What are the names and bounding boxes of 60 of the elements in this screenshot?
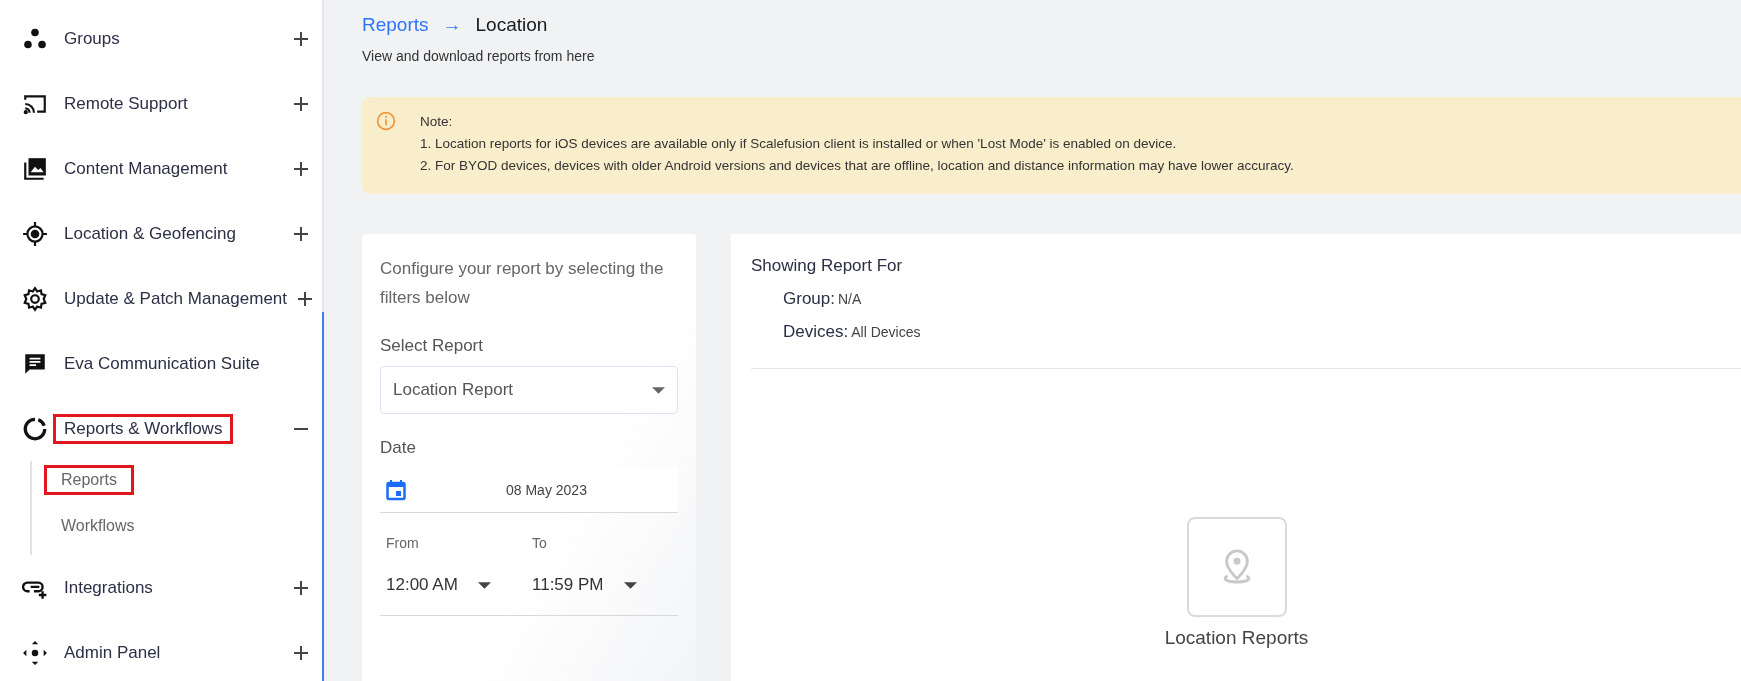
date-field[interactable]: 08 May 2023: [380, 468, 678, 513]
location-pin-icon: [1186, 517, 1287, 617]
expand-icon[interactable]: [294, 645, 308, 660]
calendar-icon: [386, 479, 406, 501]
from-time-dropdown[interactable]: 12:00 AM: [386, 575, 532, 595]
to-time-dropdown[interactable]: 11:59 PM: [532, 575, 678, 595]
sidebar-item-label: Location & Geofencing: [63, 222, 237, 245]
note-line: 1. Location reports for iOS devices are available only if Scalefusion client is installed or when 'Lost Mode' is enabled on device.: [420, 135, 1178, 153]
breadcrumb-link[interactable]: Reports: [362, 14, 429, 36]
info-icon: [376, 111, 396, 131]
gear-icon: [22, 285, 48, 312]
expand-icon[interactable]: [294, 31, 308, 46]
sidebar-item[interactable]: Groups: [0, 6, 322, 71]
sidebar-item[interactable]: Update & Patch Management: [0, 266, 322, 331]
sidebar-item-label: Remote Support: [63, 92, 189, 115]
note-title: Note:: [420, 113, 454, 131]
sidebar-item-label: Integrations: [63, 576, 154, 599]
sidebar-item-label: Groups: [63, 27, 121, 50]
sidebar-item-label: Admin Panel: [63, 641, 162, 664]
filter-intro: Configure your report by selecting the filters below: [380, 258, 665, 309]
caret-icon: [623, 581, 637, 589]
empty-state-title: Location Reports: [1164, 627, 1309, 649]
photos-icon: [22, 155, 48, 182]
field-label: Date: [380, 438, 417, 458]
sidebar-item-label: Reports & Workflows: [53, 413, 234, 444]
report-dropdown[interactable]: Location Report: [380, 366, 678, 414]
caret-icon: [477, 581, 491, 589]
time-label: From: [386, 535, 420, 551]
sidebar-item[interactable]: Reports & Workflows: [0, 396, 322, 461]
report-field-label: Group:: [783, 289, 835, 308]
sidebar-item-label: Update & Patch Management: [63, 287, 289, 310]
sidebar-item[interactable]: Remote Support: [0, 71, 322, 136]
expand-icon[interactable]: [294, 96, 308, 111]
sidebar-item[interactable]: Eva Communication Suite: [0, 331, 322, 396]
time-label: To: [532, 535, 548, 551]
report-field-label: Devices:: [783, 322, 849, 341]
expand-icon[interactable]: [294, 226, 308, 241]
field-label: Select Report: [380, 336, 484, 356]
page-subtitle: View and download reports from here: [362, 48, 596, 64]
ring-icon: [22, 415, 48, 442]
sidebar-item-label: Content Management: [63, 157, 229, 180]
submenu-link[interactable]: Workflows: [44, 511, 152, 541]
target-icon: [22, 220, 48, 247]
report-heading: Showing Report For: [751, 256, 904, 276]
report-field-value: All Devices: [851, 324, 921, 340]
page-title: Location: [475, 14, 548, 36]
expand-icon[interactable]: [298, 291, 313, 306]
note-line: 2. For BYOD devices, devices with older Android versions and devices that are offline, location and distance information may have lower accuracy.: [420, 157, 1294, 175]
expand-icon[interactable]: [294, 580, 308, 595]
sidebar-item-label: Eva Communication Suite: [63, 352, 261, 375]
arrow-icon: →: [442, 14, 462, 36]
sidebar-item[interactable]: Admin Panel: [0, 620, 322, 681]
submenu-link[interactable]: Reports: [44, 465, 135, 495]
dots-icon: [22, 639, 48, 666]
expand-icon[interactable]: [294, 161, 308, 176]
sidebar-item[interactable]: Content Management: [0, 136, 322, 201]
sidebar-item[interactable]: Location & Geofencing: [0, 201, 322, 266]
report-field-value: N/A: [838, 291, 862, 307]
sidebar-item[interactable]: Integrations: [0, 555, 322, 620]
caret-icon: [652, 386, 665, 394]
